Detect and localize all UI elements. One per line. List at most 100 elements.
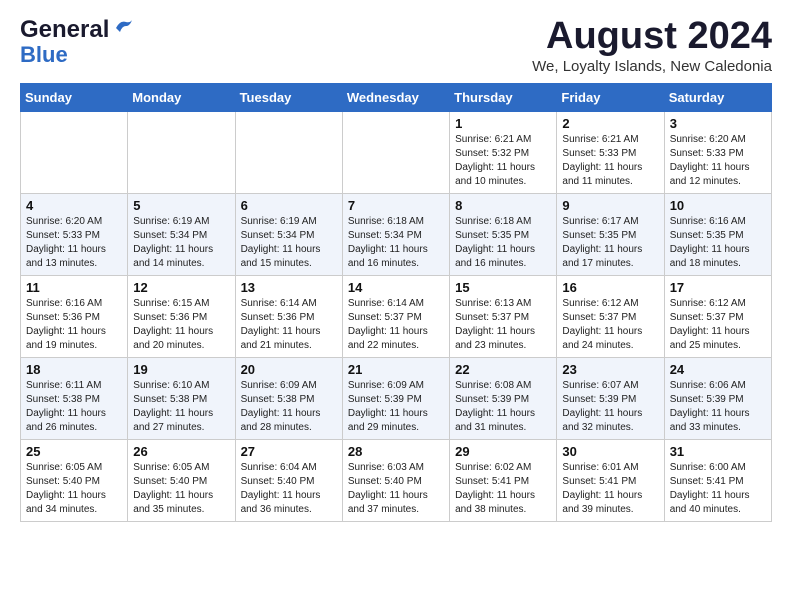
col-tuesday: Tuesday [235,83,342,111]
table-row: 6 Sunrise: 6:19 AMSunset: 5:34 PMDayligh… [235,193,342,275]
day-number: 28 [348,444,444,459]
table-row: 10 Sunrise: 6:16 AMSunset: 5:35 PMDaylig… [664,193,771,275]
table-row: 17 Sunrise: 6:12 AMSunset: 5:37 PMDaylig… [664,275,771,357]
calendar-row: 1 Sunrise: 6:21 AMSunset: 5:32 PMDayligh… [21,111,772,193]
day-info: Sunrise: 6:13 AMSunset: 5:37 PMDaylight:… [455,297,551,353]
day-number: 26 [133,444,229,459]
table-row: 4 Sunrise: 6:20 AMSunset: 5:33 PMDayligh… [21,193,128,275]
table-row: 14 Sunrise: 6:14 AMSunset: 5:37 PMDaylig… [342,275,449,357]
day-number: 22 [455,362,551,377]
day-info: Sunrise: 6:09 AMSunset: 5:38 PMDaylight:… [241,379,337,435]
logo: General Blue [20,16,134,66]
table-row: 9 Sunrise: 6:17 AMSunset: 5:35 PMDayligh… [557,193,664,275]
day-info: Sunrise: 6:10 AMSunset: 5:38 PMDaylight:… [133,379,229,435]
day-number: 25 [26,444,122,459]
calendar-row: 4 Sunrise: 6:20 AMSunset: 5:33 PMDayligh… [21,193,772,275]
day-info: Sunrise: 6:14 AMSunset: 5:37 PMDaylight:… [348,297,444,353]
day-info: Sunrise: 6:20 AMSunset: 5:33 PMDaylight:… [670,133,766,189]
day-number: 27 [241,444,337,459]
day-info: Sunrise: 6:16 AMSunset: 5:35 PMDaylight:… [670,215,766,271]
day-info: Sunrise: 6:16 AMSunset: 5:36 PMDaylight:… [26,297,122,353]
day-info: Sunrise: 6:19 AMSunset: 5:34 PMDaylight:… [133,215,229,271]
table-row: 29 Sunrise: 6:02 AMSunset: 5:41 PMDaylig… [450,439,557,521]
day-info: Sunrise: 6:21 AMSunset: 5:32 PMDaylight:… [455,133,551,189]
day-info: Sunrise: 6:15 AMSunset: 5:36 PMDaylight:… [133,297,229,353]
day-number: 31 [670,444,766,459]
day-info: Sunrise: 6:07 AMSunset: 5:39 PMDaylight:… [562,379,658,435]
table-row: 15 Sunrise: 6:13 AMSunset: 5:37 PMDaylig… [450,275,557,357]
day-number: 21 [348,362,444,377]
day-number: 14 [348,280,444,295]
day-number: 11 [26,280,122,295]
day-number: 15 [455,280,551,295]
day-number: 6 [241,198,337,213]
col-thursday: Thursday [450,83,557,111]
table-row: 11 Sunrise: 6:16 AMSunset: 5:36 PMDaylig… [21,275,128,357]
day-info: Sunrise: 6:14 AMSunset: 5:36 PMDaylight:… [241,297,337,353]
table-row: 1 Sunrise: 6:21 AMSunset: 5:32 PMDayligh… [450,111,557,193]
day-number: 1 [455,116,551,131]
location: We, Loyalty Islands, New Caledonia [532,58,772,75]
col-wednesday: Wednesday [342,83,449,111]
col-friday: Friday [557,83,664,111]
logo-blue: Blue [20,44,134,66]
day-info: Sunrise: 6:01 AMSunset: 5:41 PMDaylight:… [562,461,658,517]
logo-bird-icon [112,18,134,38]
table-row [21,111,128,193]
table-row: 31 Sunrise: 6:00 AMSunset: 5:41 PMDaylig… [664,439,771,521]
table-row: 26 Sunrise: 6:05 AMSunset: 5:40 PMDaylig… [128,439,235,521]
col-saturday: Saturday [664,83,771,111]
day-number: 18 [26,362,122,377]
day-info: Sunrise: 6:04 AMSunset: 5:40 PMDaylight:… [241,461,337,517]
day-number: 10 [670,198,766,213]
day-info: Sunrise: 6:02 AMSunset: 5:41 PMDaylight:… [455,461,551,517]
day-info: Sunrise: 6:19 AMSunset: 5:34 PMDaylight:… [241,215,337,271]
calendar-table: Sunday Monday Tuesday Wednesday Thursday… [20,83,772,522]
day-info: Sunrise: 6:11 AMSunset: 5:38 PMDaylight:… [26,379,122,435]
day-number: 8 [455,198,551,213]
calendar-row: 11 Sunrise: 6:16 AMSunset: 5:36 PMDaylig… [21,275,772,357]
logo-general: General [20,16,109,44]
table-row: 8 Sunrise: 6:18 AMSunset: 5:35 PMDayligh… [450,193,557,275]
day-info: Sunrise: 6:18 AMSunset: 5:35 PMDaylight:… [455,215,551,271]
table-row: 19 Sunrise: 6:10 AMSunset: 5:38 PMDaylig… [128,357,235,439]
day-number: 30 [562,444,658,459]
table-row [235,111,342,193]
table-row: 23 Sunrise: 6:07 AMSunset: 5:39 PMDaylig… [557,357,664,439]
table-row: 13 Sunrise: 6:14 AMSunset: 5:36 PMDaylig… [235,275,342,357]
day-info: Sunrise: 6:12 AMSunset: 5:37 PMDaylight:… [562,297,658,353]
day-number: 2 [562,116,658,131]
table-row: 30 Sunrise: 6:01 AMSunset: 5:41 PMDaylig… [557,439,664,521]
calendar-row: 18 Sunrise: 6:11 AMSunset: 5:38 PMDaylig… [21,357,772,439]
day-info: Sunrise: 6:06 AMSunset: 5:39 PMDaylight:… [670,379,766,435]
day-info: Sunrise: 6:20 AMSunset: 5:33 PMDaylight:… [26,215,122,271]
table-row: 7 Sunrise: 6:18 AMSunset: 5:34 PMDayligh… [342,193,449,275]
day-number: 9 [562,198,658,213]
table-row: 21 Sunrise: 6:09 AMSunset: 5:39 PMDaylig… [342,357,449,439]
table-row [128,111,235,193]
day-number: 16 [562,280,658,295]
month-title: August 2024 [532,16,772,58]
day-info: Sunrise: 6:05 AMSunset: 5:40 PMDaylight:… [26,461,122,517]
table-row [342,111,449,193]
title-area: August 2024 We, Loyalty Islands, New Cal… [532,16,772,75]
day-number: 7 [348,198,444,213]
table-row: 20 Sunrise: 6:09 AMSunset: 5:38 PMDaylig… [235,357,342,439]
day-number: 17 [670,280,766,295]
page-header: General Blue August 2024 We, Loyalty Isl… [20,16,772,75]
day-info: Sunrise: 6:17 AMSunset: 5:35 PMDaylight:… [562,215,658,271]
table-row: 18 Sunrise: 6:11 AMSunset: 5:38 PMDaylig… [21,357,128,439]
day-info: Sunrise: 6:21 AMSunset: 5:33 PMDaylight:… [562,133,658,189]
table-row: 5 Sunrise: 6:19 AMSunset: 5:34 PMDayligh… [128,193,235,275]
day-number: 12 [133,280,229,295]
day-number: 4 [26,198,122,213]
day-info: Sunrise: 6:03 AMSunset: 5:40 PMDaylight:… [348,461,444,517]
day-number: 13 [241,280,337,295]
day-number: 5 [133,198,229,213]
table-row: 25 Sunrise: 6:05 AMSunset: 5:40 PMDaylig… [21,439,128,521]
col-sunday: Sunday [21,83,128,111]
header-row: Sunday Monday Tuesday Wednesday Thursday… [21,83,772,111]
table-row: 16 Sunrise: 6:12 AMSunset: 5:37 PMDaylig… [557,275,664,357]
table-row: 24 Sunrise: 6:06 AMSunset: 5:39 PMDaylig… [664,357,771,439]
day-info: Sunrise: 6:12 AMSunset: 5:37 PMDaylight:… [670,297,766,353]
